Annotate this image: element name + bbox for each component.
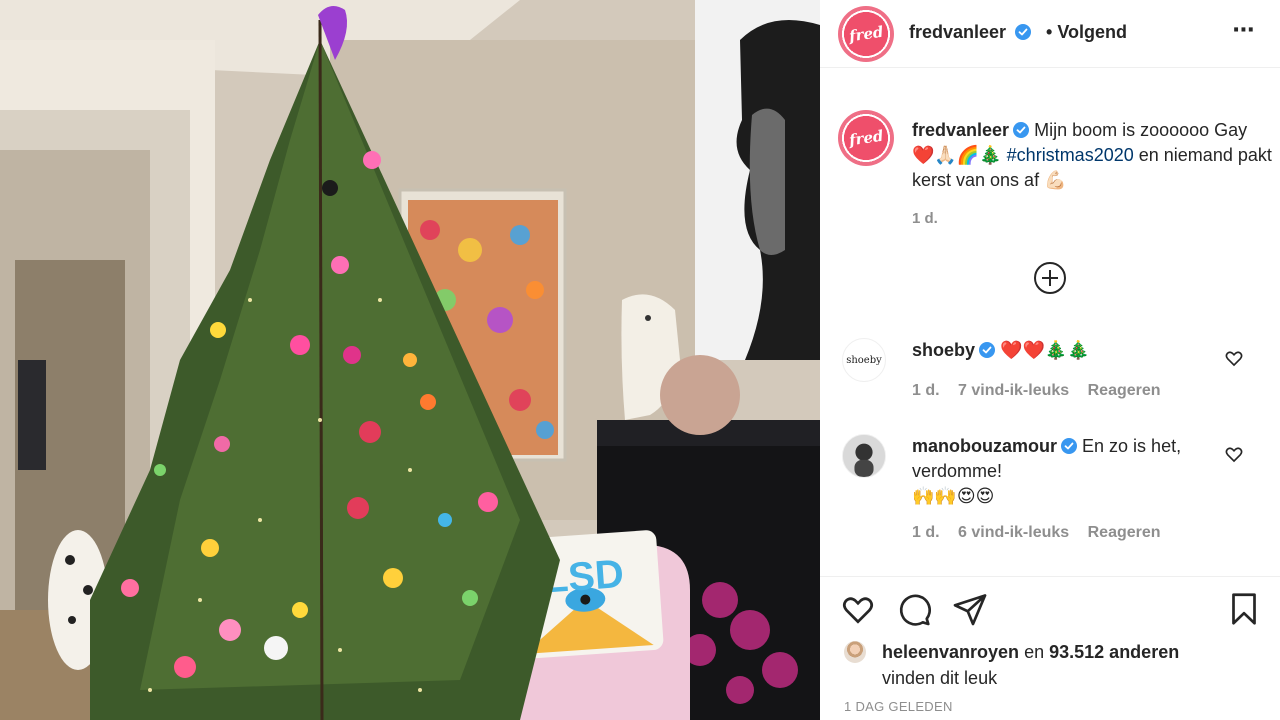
- verified-badge-icon: [1061, 438, 1078, 454]
- comment-likes[interactable]: 6 vind-ik-leuks: [958, 524, 1069, 541]
- christmas-tree-photo: LSD: [0, 0, 820, 720]
- caption-timestamp[interactable]: 1 d.: [912, 210, 938, 227]
- comment-username[interactable]: manobouzamour: [912, 436, 1057, 456]
- post-date[interactable]: 1 DAG GELEDEN: [844, 699, 953, 714]
- verified-badge-icon: [979, 342, 996, 358]
- avatar-logo-text: fred: [847, 126, 885, 150]
- caption-username[interactable]: fredvanleer: [912, 120, 1009, 140]
- load-more-comments-icon[interactable]: [1034, 262, 1066, 294]
- avatar-brand-text: shoeby: [846, 354, 882, 366]
- comment-text: manobouzamour En zo is het, verdomme! 🙌🙌…: [912, 434, 1212, 509]
- comment-text: shoeby ❤️❤️🎄🎄: [912, 338, 1212, 363]
- comment-like-heart-icon[interactable]: [1224, 444, 1244, 464]
- separator-dot: •: [1046, 22, 1053, 42]
- caption-avatar[interactable]: fred: [838, 110, 894, 166]
- caption-body-1: Mijn boom is zoooooo Gay: [1034, 120, 1248, 140]
- liker-username[interactable]: heleenvanroyen: [882, 642, 1019, 662]
- caption-emojis-1: ❤️🙏🏻🌈🎄: [912, 145, 1002, 165]
- comment-avatar[interactable]: [842, 434, 886, 478]
- post-header: fred fredvanleer • Volgend ⋯: [820, 0, 1280, 68]
- comment-time[interactable]: 1 d.: [912, 524, 940, 541]
- comment-meta: 1 d. 7 vind-ik-leuks Reageren: [912, 382, 1175, 400]
- like-heart-icon[interactable]: [840, 591, 876, 627]
- caption-text: fredvanleer Mijn boom is zoooooo Gay ❤️🙏…: [912, 118, 1272, 193]
- profile-avatar[interactable]: fred: [838, 6, 894, 62]
- post-actions: heleenvanroyen en 93.512 anderen vinden …: [820, 576, 1280, 720]
- comment-body: ❤️❤️🎄🎄: [1000, 340, 1090, 360]
- likes-text: heleenvanroyen en 93.512 anderen vinden …: [882, 639, 1242, 691]
- comment-time[interactable]: 1 d.: [912, 382, 940, 399]
- verified-badge-icon: [1015, 24, 1032, 40]
- post-side-panel: fred fredvanleer • Volgend ⋯ fred fredva…: [820, 0, 1280, 720]
- comment-avatar[interactable]: shoeby: [842, 338, 886, 382]
- likes-joiner: en: [1024, 642, 1045, 662]
- likes-others-count[interactable]: 93.512 anderen: [1049, 642, 1179, 662]
- reply-button[interactable]: Reageren: [1088, 524, 1161, 541]
- more-options-icon[interactable]: ⋯: [1224, 19, 1264, 44]
- comment-username[interactable]: shoeby: [912, 340, 975, 360]
- comment-like-heart-icon[interactable]: [1224, 348, 1244, 368]
- comment-emojis: 🙌🙌😍😍: [912, 486, 995, 506]
- verified-badge-icon: [1013, 122, 1030, 138]
- save-bookmark-icon[interactable]: [1226, 591, 1262, 627]
- reply-button[interactable]: Reageren: [1088, 382, 1161, 399]
- share-paper-plane-icon[interactable]: [952, 591, 988, 627]
- avatar-logo-text: fred: [847, 22, 885, 46]
- username-text[interactable]: fredvanleer: [909, 22, 1006, 42]
- avatar-photo: [843, 435, 885, 477]
- header-username[interactable]: fredvanleer: [909, 22, 1032, 43]
- liker-avatar[interactable]: [844, 641, 866, 663]
- hashtag-link[interactable]: #christmas2020: [1007, 145, 1134, 165]
- comment-bubble-icon[interactable]: [896, 591, 932, 627]
- caption-emoji-2: 💪🏻: [1044, 170, 1067, 190]
- likes-suffix: vinden dit leuk: [882, 668, 998, 688]
- follow-status-label[interactable]: Volgend: [1057, 22, 1127, 42]
- post-photo[interactable]: LSD: [0, 0, 820, 720]
- comment-likes[interactable]: 7 vind-ik-leuks: [958, 382, 1069, 399]
- comment-meta: 1 d. 6 vind-ik-leuks Reageren: [912, 524, 1175, 542]
- follow-status[interactable]: • Volgend: [1046, 22, 1127, 43]
